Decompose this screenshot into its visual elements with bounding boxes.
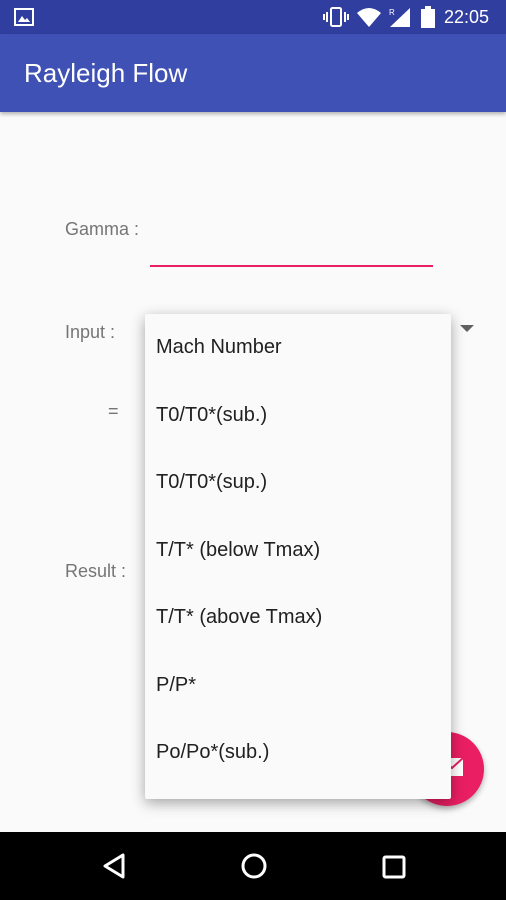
equals-label: = (108, 401, 119, 421)
status-bar: R 22:05 (0, 0, 506, 34)
dropdown-option-p[interactable]: P/P* (145, 652, 451, 720)
app-title: Rayleigh Flow (24, 58, 188, 88)
status-time: 22:05 (444, 7, 490, 27)
back-icon[interactable] (102, 852, 126, 880)
wifi-icon (357, 8, 381, 27)
image-icon (14, 8, 34, 26)
input-type-dropdown-menu: Mach Number T0/T0*(sub.) T0/T0*(sup.) T/… (145, 314, 451, 799)
svg-text:R: R (389, 8, 395, 17)
signal-icon: R (389, 8, 410, 27)
home-icon[interactable] (240, 852, 268, 880)
dropdown-option-po-sub[interactable]: Po/Po*(sub.) (145, 719, 451, 787)
input-label: Input : (65, 322, 116, 342)
gamma-input[interactable] (150, 265, 433, 267)
battery-icon (421, 6, 435, 28)
dropdown-option-t0-sup[interactable]: T0/T0*(sup.) (145, 449, 451, 517)
spinner-dropdown-arrow-icon[interactable] (460, 325, 474, 332)
dropdown-option-mach-number[interactable]: Mach Number (145, 314, 451, 382)
recents-icon[interactable] (381, 854, 407, 880)
dropdown-option-t-above-tmax[interactable]: T/T* (above Tmax) (145, 584, 451, 652)
dropdown-option-t0-sub[interactable]: T0/T0*(sub.) (145, 382, 451, 450)
vibrate-icon (323, 7, 349, 27)
result-label: Result : (65, 561, 127, 581)
navigation-bar (0, 832, 506, 900)
dropdown-option-t-below-tmax[interactable]: T/T* (below Tmax) (145, 517, 451, 585)
app-bar: Rayleigh Flow (0, 34, 506, 112)
gamma-label: Gamma : (65, 219, 140, 239)
